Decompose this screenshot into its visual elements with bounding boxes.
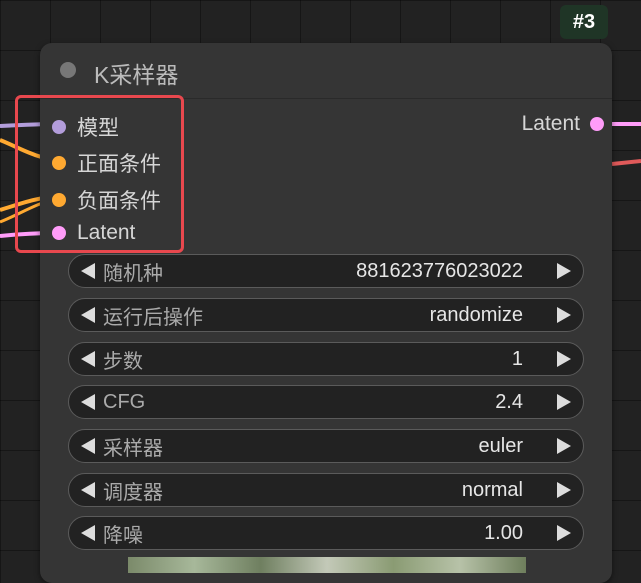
widget-value: 1 [511,347,523,370]
widget-denoise[interactable]: 降噪 1.00 [68,516,584,550]
increment-arrow-icon[interactable] [557,438,571,454]
increment-arrow-icon[interactable] [557,482,571,498]
collapse-toggle-icon[interactable] [60,62,76,78]
widget-label: 运行后操作 [103,306,203,329]
widget-value: randomize [429,303,523,326]
widget-value: 881623776023022 [356,259,523,282]
widget-label: 步数 [103,350,143,373]
widget-scheduler[interactable]: 调度器 normal [68,473,584,507]
widget-control-after-generate[interactable]: 运行后操作 randomize [68,298,584,332]
node-title: K采样器 [94,62,179,88]
widget-label: CFG [103,390,146,413]
decrement-arrow-icon[interactable] [81,263,95,279]
node-id-badge: #3 [560,5,608,39]
decrement-arrow-icon[interactable] [81,351,95,367]
decrement-arrow-icon[interactable] [81,525,95,541]
widget-label: 降噪 [103,524,143,547]
decrement-arrow-icon[interactable] [81,482,95,498]
widget-value: 1.00 [484,521,523,544]
widget-label: 采样器 [103,437,163,460]
increment-arrow-icon[interactable] [557,307,571,323]
increment-arrow-icon[interactable] [557,351,571,367]
output-slot-latent[interactable]: Latent [522,112,604,136]
inputs-highlight-box [15,95,184,253]
widget-steps[interactable]: 步数 1 [68,342,584,376]
widget-value: euler [478,434,523,457]
widget-seed[interactable]: 随机种 881623776023022 [68,254,584,288]
decrement-arrow-icon[interactable] [81,438,95,454]
widget-value: normal [461,478,523,501]
widget-cfg[interactable]: CFG 2.4 [68,385,584,419]
wire-red-out [611,159,641,166]
widget-value: 2.4 [495,390,523,413]
widget-label: 调度器 [103,481,163,504]
output-dot-icon[interactable] [590,117,604,131]
increment-arrow-icon[interactable] [557,525,571,541]
widget-label: 随机种 [103,262,163,285]
image-preview [128,557,526,573]
decrement-arrow-icon[interactable] [81,307,95,323]
node-header[interactable]: K采样器 [40,43,612,99]
output-label: Latent [521,112,580,135]
increment-arrow-icon[interactable] [557,263,571,279]
increment-arrow-icon[interactable] [557,394,571,410]
widget-sampler[interactable]: 采样器 euler [68,429,584,463]
decrement-arrow-icon[interactable] [81,394,95,410]
